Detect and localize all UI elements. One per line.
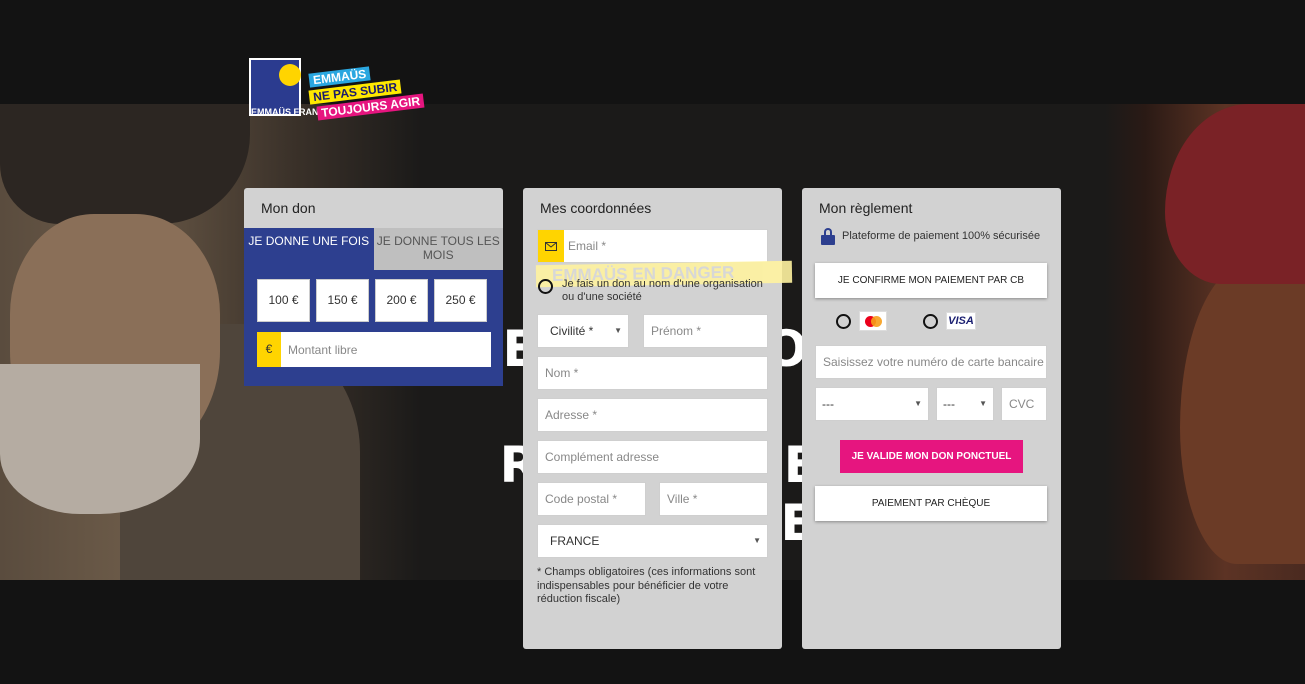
amount-250-button[interactable]: 250 € [434,279,487,322]
confirm-cb-button[interactable]: JE CONFIRME MON PAIEMENT PAR CB [815,263,1047,298]
zip-input[interactable] [538,483,645,515]
civility-value: Civilité * [550,324,594,338]
organisation-radio[interactable] [538,279,553,294]
address-field [537,398,768,432]
envelope-icon [538,230,564,262]
donation-frequency-tabs: JE DONNE UNE FOIS JE DONNE TOUS LES MOIS [244,228,503,270]
sun-icon [279,64,301,86]
secure-text: Plateforme de paiement 100% sécurisée [842,230,1041,242]
expiry-year-select[interactable]: --- ▼ [936,387,994,421]
amount-100-button[interactable]: 100 € [257,279,310,322]
expiry-month-value: --- [822,397,834,411]
mastercard-radio[interactable] [836,314,851,329]
email-input[interactable] [564,230,767,262]
chevron-down-icon: ▼ [914,399,922,408]
tab-monthly[interactable]: JE DONNE TOUS LES MOIS [373,228,503,270]
expiry-month-select[interactable]: --- ▼ [815,387,929,421]
firstname-field [643,314,768,348]
euro-icon: € [257,332,281,367]
required-fields-note: * Champs obligatoires (ces informations … [537,566,756,605]
payment-panel: Mon règlement Plateforme de paiement 100… [802,188,1061,649]
donation-title: Mon don [261,200,316,216]
expiry-year-value: --- [943,397,955,411]
email-field [537,229,768,263]
country-value: FRANCE [550,534,600,548]
amount-200-button[interactable]: 200 € [375,279,428,322]
civility-select[interactable]: Civilité * ▼ [537,314,629,348]
lastname-field [537,356,768,390]
contact-title: Mes coordonnées [540,200,652,216]
lastname-input[interactable] [538,357,767,389]
visa-icon: VISA [946,312,976,330]
address2-field [537,440,768,474]
secure-platform-notice: Plateforme de paiement 100% sécurisée [802,228,1061,245]
contact-panel: Mes coordonnées EMMAÜS EN DANGER Je fais… [523,188,793,649]
visa-radio[interactable] [923,314,938,329]
cvc-field [1001,387,1047,421]
card-number-field [815,345,1047,379]
lock-icon [821,228,835,245]
pay-by-cheque-button[interactable]: PAIEMENT PAR CHÈQUE [815,486,1047,521]
cvc-input[interactable] [1002,388,1046,420]
amount-150-button[interactable]: 150 € [316,279,369,322]
free-amount-input[interactable] [281,332,491,367]
chevron-down-icon: ▼ [979,399,987,408]
chevron-down-icon: ▼ [753,536,761,545]
city-field [659,482,768,516]
portrait-woman-image [1105,104,1305,580]
payment-title: Mon règlement [819,200,913,216]
address2-input[interactable] [538,441,767,473]
amount-zone: 100 € 150 € 200 € 250 € € [244,270,503,386]
chevron-down-icon: ▼ [614,326,622,335]
city-input[interactable] [660,483,767,515]
zip-field [537,482,646,516]
card-number-input[interactable] [816,346,1046,378]
firstname-input[interactable] [644,315,767,347]
donation-panel: Mon don JE DONNE UNE FOIS JE DONNE TOUS … [244,188,503,386]
free-amount-field: € [257,332,491,367]
mastercard-icon [859,311,887,331]
organisation-label: Je fais un don au nom d'une organisation… [562,278,763,303]
tab-one-time[interactable]: JE DONNE UNE FOIS [244,228,374,270]
emmaus-logo[interactable]: EMMAÜS FRANCE EMMAÜS NE PAS SUBIR TOUJOU… [249,52,449,132]
address-input[interactable] [538,399,767,431]
organisation-option[interactable]: Je fais un don au nom d'une organisation… [538,278,768,304]
amount-options: 100 € 150 € 200 € 250 € [257,279,491,322]
card-brand-options: VISA [836,311,976,331]
validate-donation-button[interactable]: JE VALIDE MON DON PONCTUEL [840,440,1023,473]
country-select[interactable]: FRANCE ▼ [537,524,768,558]
